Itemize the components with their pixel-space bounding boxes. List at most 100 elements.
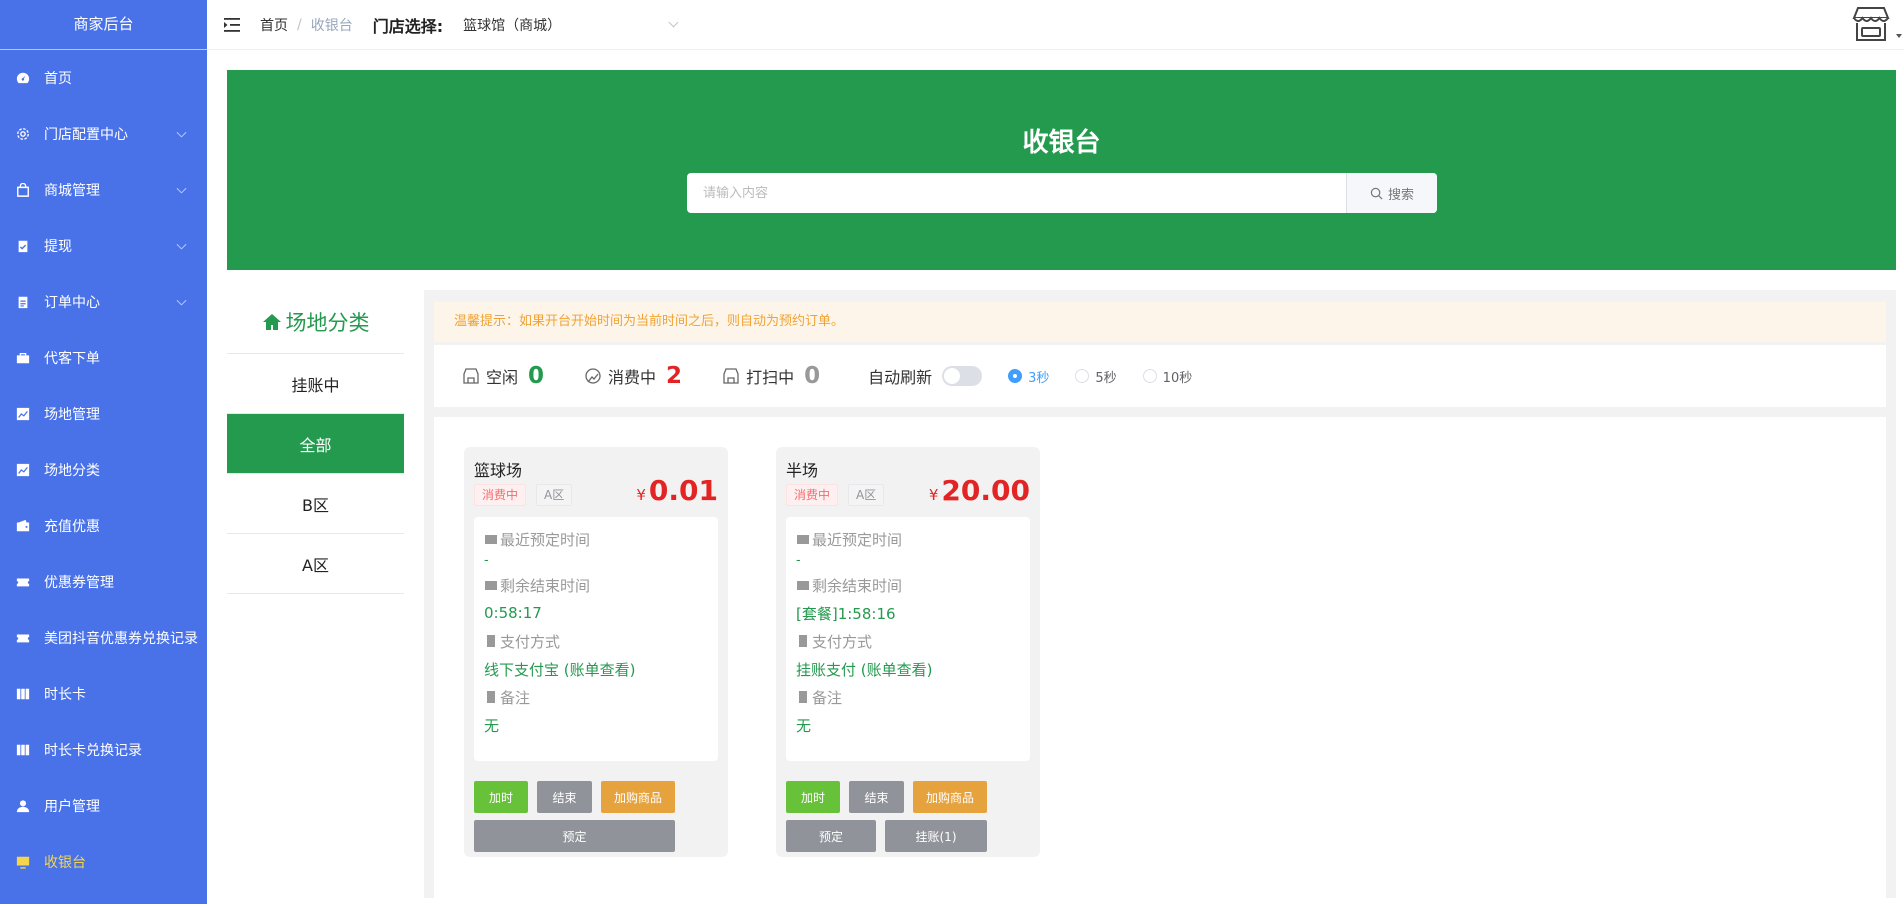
- recent-booking-value: -: [484, 553, 489, 568]
- remaining-time-label: 剩余结束时间: [796, 571, 1030, 599]
- venue-card: 半场 消费中 A区 ¥ 20.00 最近预定时间 - 剩余结束时间 [套餐]1:…: [776, 447, 1040, 857]
- menu-fold-icon[interactable]: [224, 17, 242, 33]
- venue-info: 最近预定时间 - 剩余结束时间 0:58:17 支付方式 线下支付宝 (账单查看…: [474, 517, 718, 761]
- sidebar: 商家后台 首页 门店配置中心 商城管理 提现 订单中心 代客下单 场地管理 场地…: [0, 0, 207, 904]
- interval-radio-10s[interactable]: 10秒: [1142, 367, 1193, 386]
- wallet-icon: [16, 519, 30, 533]
- breadcrumb-separator: /: [297, 16, 302, 33]
- toggle-knob: [944, 368, 961, 384]
- credit-button[interactable]: 挂账(1): [885, 820, 987, 852]
- chevron-down-icon: [176, 183, 187, 194]
- interval-radio-5s[interactable]: 5秒: [1075, 367, 1117, 386]
- remark-label: 备注: [796, 683, 1030, 711]
- auto-refresh-toggle[interactable]: [942, 366, 983, 386]
- status-badge: 消费中: [474, 484, 527, 506]
- category-item-zone-a[interactable]: A区: [227, 534, 404, 594]
- radio-label: 10秒: [1162, 370, 1193, 386]
- radio-dot: [1142, 369, 1157, 383]
- status-bar: 空闲 0 消费中 2 打扫中 0 自动刷新 3秒 5秒 10秒: [434, 345, 1886, 407]
- sidebar-item-label: 首页: [44, 71, 72, 87]
- stat-cleaning-label: 打扫中: [746, 368, 795, 387]
- card-icon: [797, 581, 809, 590]
- sidebar-item-home[interactable]: 首页: [0, 50, 207, 106]
- add-time-button[interactable]: 加时: [786, 781, 840, 813]
- stat-busy-label: 消费中: [608, 368, 657, 387]
- sidebar-item-duration-card[interactable]: 时长卡: [0, 666, 207, 722]
- remark-label: 备注: [484, 683, 718, 711]
- breadcrumb: 首页 / 收银台: [260, 15, 353, 35]
- shopping-bag-icon: [16, 183, 30, 197]
- sidebar-item-cashier[interactable]: 收银台: [0, 834, 207, 890]
- search-button[interactable]: 搜索: [1346, 173, 1437, 213]
- label-text: 最近预定时间: [812, 530, 903, 549]
- zone-badge: A区: [536, 484, 573, 506]
- price-value: 20.00: [941, 474, 1030, 507]
- sidebar-item-orders[interactable]: 订单中心: [0, 274, 207, 330]
- category-item-on-credit[interactable]: 挂账中: [227, 354, 404, 414]
- sidebar-item-venue-manage[interactable]: 场地管理: [0, 386, 207, 442]
- recent-booking-label: 最近预定时间: [796, 525, 1030, 553]
- sidebar-item-coupon-redeem[interactable]: 美团抖音优惠券兑换记录: [0, 610, 207, 666]
- recent-booking-label: 最近预定时间: [484, 525, 718, 553]
- payment-method-value[interactable]: 挂账支付 (账单查看): [796, 655, 1030, 683]
- label-text: 最近预定时间: [500, 530, 591, 549]
- sidebar-item-withdraw[interactable]: 提现: [0, 218, 207, 274]
- top-header: 首页 / 收银台 门店选择: 篮球馆（商城）: [207, 0, 1904, 50]
- chevron-down-icon: [176, 295, 187, 306]
- add-goods-button[interactable]: 加购商品: [913, 781, 987, 813]
- chevron-down-icon: [176, 127, 187, 138]
- category-item-zone-b[interactable]: B区: [227, 474, 404, 534]
- venue-category-panel: 场地分类 挂账中 全部 B区 A区: [227, 290, 404, 594]
- category-item-all[interactable]: 全部: [227, 414, 404, 474]
- chevron-down-icon: [176, 239, 187, 250]
- consuming-icon: [585, 368, 601, 384]
- payment-method-value[interactable]: 线下支付宝 (账单查看): [484, 655, 718, 683]
- ticket-icon: [16, 575, 30, 589]
- user-avatar-menu[interactable]: [1850, 4, 1902, 44]
- search-input[interactable]: [687, 173, 1346, 213]
- user-icon: [16, 799, 30, 813]
- stat-busy-count: 2: [666, 363, 683, 389]
- sidebar-item-proxy-order[interactable]: 代客下单: [0, 330, 207, 386]
- sidebar-item-mall[interactable]: 商城管理: [0, 162, 207, 218]
- breadcrumb-home[interactable]: 首页: [260, 15, 288, 35]
- sidebar-item-store-config[interactable]: 门店配置中心: [0, 106, 207, 162]
- reserve-button[interactable]: 预定: [474, 820, 675, 852]
- sidebar-item-label: 时长卡: [44, 687, 86, 703]
- payment-method-label: 支付方式: [484, 627, 718, 655]
- reserve-button[interactable]: 预定: [786, 820, 876, 852]
- sidebar-item-label: 时长卡兑换记录: [44, 743, 142, 759]
- sidebar-item-label: 充值优惠: [44, 519, 100, 535]
- venue-tags: 消费中 A区: [474, 484, 582, 506]
- remaining-time-value: 0:58:17: [484, 604, 542, 622]
- label-text: 备注: [812, 688, 843, 707]
- end-button[interactable]: 结束: [537, 781, 592, 813]
- columns-icon: [16, 687, 30, 701]
- sidebar-item-coupons[interactable]: 优惠券管理: [0, 554, 207, 610]
- sidebar-item-recharge[interactable]: 充值优惠: [0, 498, 207, 554]
- sidebar-item-venue-category[interactable]: 场地分类: [0, 442, 207, 498]
- store-select[interactable]: 篮球馆（商城）: [463, 9, 683, 41]
- radio-label: 3秒: [1028, 370, 1050, 386]
- add-goods-button[interactable]: 加购商品: [601, 781, 675, 813]
- interval-radio-3s[interactable]: 3秒: [1008, 367, 1049, 386]
- currency-symbol: ¥: [636, 486, 646, 504]
- store-select-value: 篮球馆（商城）: [463, 17, 562, 34]
- monitor-icon: [16, 855, 30, 869]
- card-icon: [485, 581, 497, 590]
- remark-value: 无: [796, 716, 812, 735]
- stat-idle-label: 空闲: [486, 368, 519, 387]
- venue-name: 半场: [786, 461, 819, 480]
- add-time-button[interactable]: 加时: [474, 781, 528, 813]
- sidebar-item-label: 场地管理: [44, 407, 100, 423]
- sidebar-item-label: 代客下单: [44, 351, 100, 367]
- sidebar-item-label: 优惠券管理: [44, 575, 114, 591]
- ticket-icon: [16, 631, 30, 645]
- sidebar-item-duration-redeem[interactable]: 时长卡兑换记录: [0, 722, 207, 778]
- category-title-text: 场地分类: [285, 310, 370, 335]
- end-button[interactable]: 结束: [849, 781, 904, 813]
- store-avatar-icon: [1852, 7, 1890, 41]
- caret-down-icon: [1896, 34, 1902, 38]
- sidebar-item-label: 订单中心: [44, 295, 100, 311]
- sidebar-item-users[interactable]: 用户管理: [0, 778, 207, 834]
